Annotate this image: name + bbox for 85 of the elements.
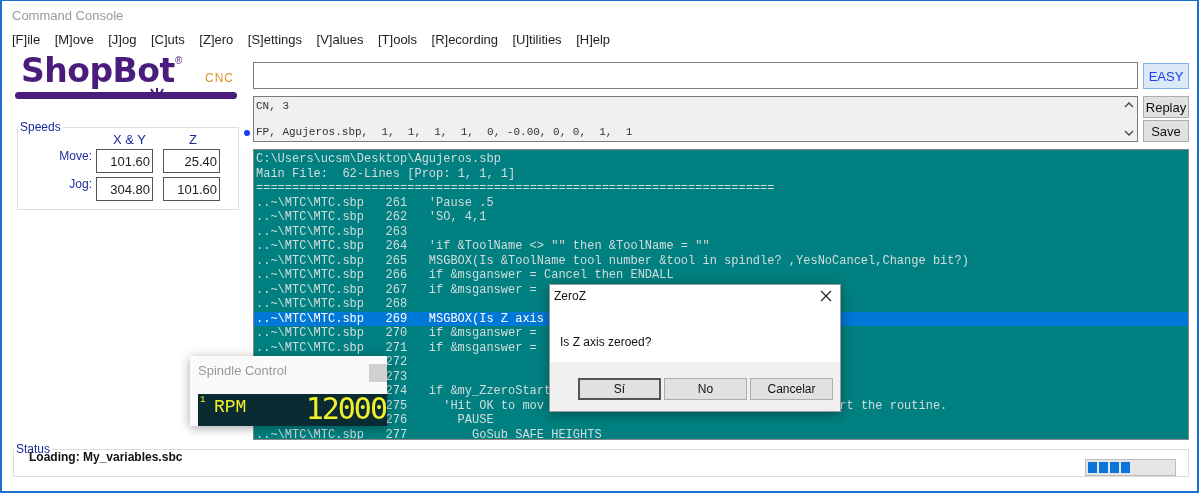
console-code: 'Hit OK to mov [442,398,544,413]
rpm-value: 12000 [305,391,386,426]
speed-field[interactable]: 304.80 [96,177,153,201]
menu-item[interactable]: [S]ettings [247,32,302,54]
window-title: Command Console [12,7,124,23]
console-header: ======================================================================== [256,181,775,195]
dialog-button[interactable]: No [664,378,747,400]
line-number: 267 [385,282,408,297]
speed-field[interactable]: 101.60 [163,177,220,201]
console-code: if &msganswer = [428,340,537,355]
console-file: ..~\MTC\MTC.sbp [256,268,365,282]
console-code: 'SO, 4,1 [428,210,487,224]
console-code: PAUSE [456,413,494,427]
window-title: Spindle Control [198,363,287,378]
menu-item[interactable]: [H]elp [576,32,611,54]
history-button[interactable]: Replay [1143,96,1189,118]
command-field[interactable] [253,62,1138,89]
line-number: 276 [385,413,408,427]
console-header: Main File: 62-Lines [Prop: 1, 1, 1] [256,166,516,181]
menu-item[interactable]: [F]ile [12,32,41,54]
close-icon[interactable] [820,290,832,302]
menu-item[interactable]: [C]uts [150,32,185,54]
console-code: 'if &ToolName <> "" then &ToolName = "" [428,239,710,253]
column-header: X & Y [112,134,147,145]
history-button[interactable]: Save [1143,120,1189,142]
line-number: 262 [385,210,408,224]
console-file: ..~\MTC\MTC.sbp [256,210,365,224]
console-file: ..~\MTC\MTC.sbp [256,326,365,340]
console-code: 'Pause .5 [428,195,494,210]
menu-item[interactable]: [Z]ero [199,32,234,54]
menu-item[interactable]: [J]og [108,32,137,54]
menu-item[interactable]: [R]ecording [431,32,498,54]
menu-item[interactable]: [U]tilities [512,32,562,54]
console-file: ..~\MTC\MTC.sbp [256,224,365,239]
console-file: ..~\MTC\MTC.sbp [256,282,365,297]
logo: ShopBot® CNC [15,55,245,103]
speed-field[interactable]: 101.60 [96,149,153,173]
console-code: rt the routine. [839,398,948,413]
easy-button[interactable]: EASY [1143,63,1189,89]
line-number: 266 [385,268,408,282]
line-number: 273 [385,369,408,384]
menu-item[interactable]: [T]ools [378,32,417,54]
console-code: if &msganswer = [428,326,537,340]
line-number: 275 [385,398,408,413]
line-number: 264 [385,239,408,253]
speed-label: Jog: [68,177,93,191]
console-code: MSGBOX(Is Z axis [428,311,544,326]
console-code: if &msganswer = [428,282,537,297]
console-code: if &my_ZzeroStart [428,384,552,398]
console-file: ..~\MTC\MTC.sbp [256,253,365,268]
line-number: 263 [385,224,408,239]
rpm-unit: RPM [214,397,247,417]
scroll-up-icon[interactable] [1124,101,1134,108]
line-number: 274 [385,384,408,398]
line-number: 277 [385,427,408,439]
console-file: ..~\MTC\MTC.sbp [256,239,365,253]
line-number: 269 [385,311,408,326]
line-number: 270 [385,326,408,340]
console-file: ..~\MTC\MTC.sbp [256,297,365,311]
line-number: 268 [385,297,408,311]
line-number: 271 [385,340,408,355]
dialog-button[interactable]: Cancelar [750,378,833,400]
dialog-title: ZeroZ [554,289,586,303]
history-line[interactable]: CN, 3 [256,100,289,112]
spindle-index: 1 [200,395,206,405]
menu-item[interactable]: [M]ove [54,32,94,54]
line-number: 272 [385,355,408,369]
scroll-down-icon[interactable] [1124,130,1134,137]
console-code: if &msganswer = Cancel then ENDALL [428,268,674,282]
speed-label: Move: [58,149,93,163]
console-code: GoSub SAFE_HEIGHTS [471,427,602,439]
speed-field[interactable]: 25.40 [163,149,220,173]
console-file: ..~\MTC\MTC.sbp [256,311,365,326]
dialog-message: Is Z axis zeroed? [560,335,652,349]
line-number: 265 [385,253,408,268]
console-header: C:\Users\ucsm\Desktop\Agujeros.sbp [256,152,501,166]
history-line[interactable]: FP, Agujeros.sbp, 1, 1, 1, 1, 0, -0.00, 0, 0, 1, 1 [256,126,633,138]
console-code: MSGBOX(Is &ToolName tool number &tool in spindle? ,YesNoCancel,Change bit?) [428,253,969,268]
column-header: Z [188,134,198,145]
menu-item[interactable]: [V]alues [316,32,364,54]
console-file: ..~\MTC\MTC.sbp [256,195,365,210]
console-file: ..~\MTC\MTC.sbp [256,340,365,355]
group-title: Speeds [19,120,62,134]
line-number: 261 [385,195,408,210]
dialog-button[interactable]: Sí [578,378,661,400]
